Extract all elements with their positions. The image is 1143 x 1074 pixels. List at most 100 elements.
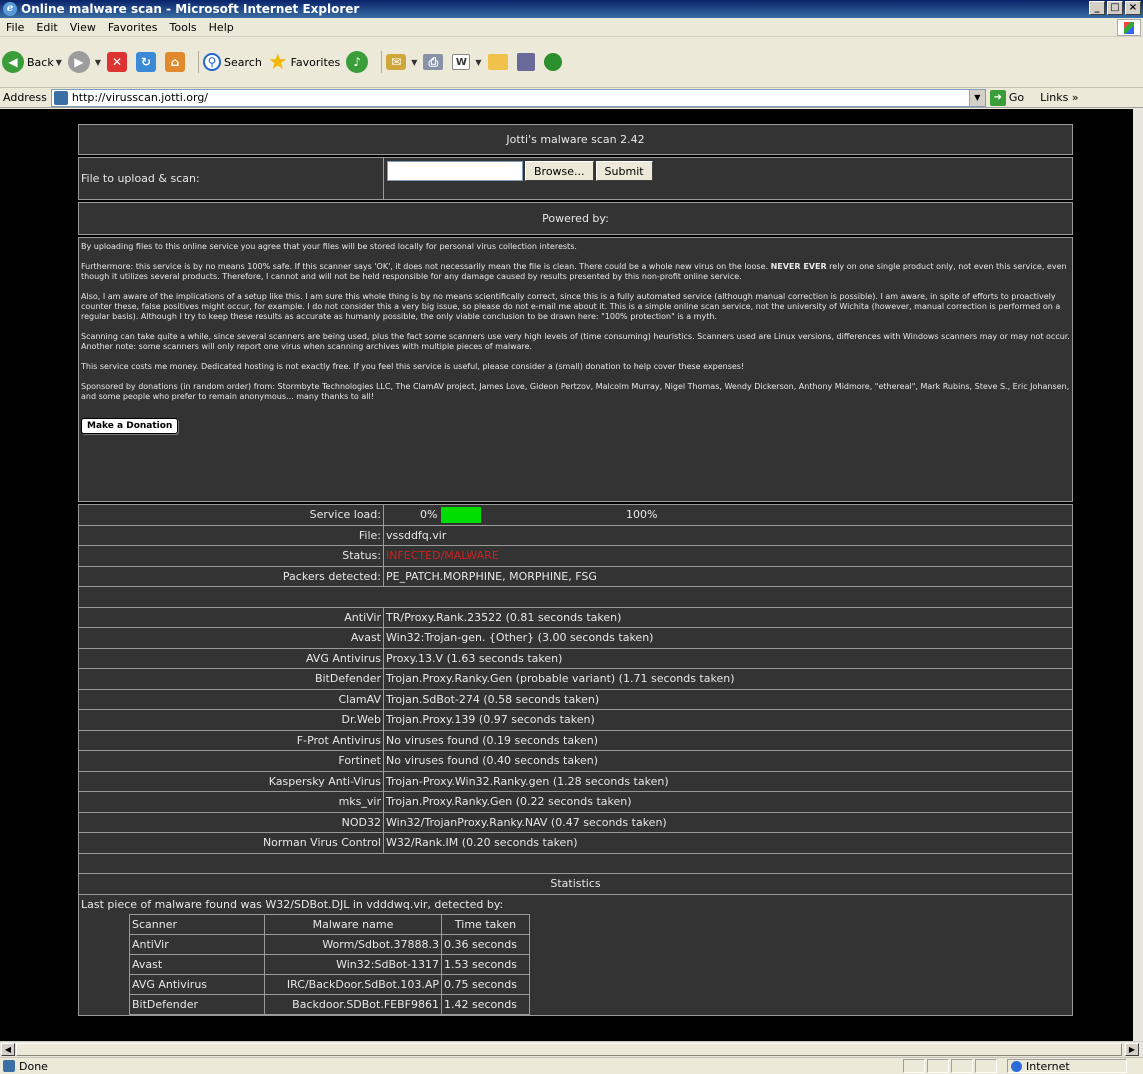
window-controls: _ □ × (1089, 1, 1141, 15)
scanner-name: ClamAV (78, 688, 384, 710)
menu-favorites[interactable]: Favorites (102, 21, 164, 34)
menu-view[interactable]: View (64, 21, 102, 34)
browse-button[interactable]: Browse... (525, 161, 594, 181)
scanner-name: Avast (78, 627, 384, 649)
scroll-left-icon[interactable]: ◀ (1, 1043, 15, 1056)
stats-scanner: AntiVir (129, 933, 265, 955)
refresh-button[interactable]: ↻ (136, 52, 159, 72)
status-panes (903, 1059, 999, 1073)
globe-icon (1011, 1060, 1022, 1072)
window-title: Online malware scan - Microsoft Internet… (21, 2, 360, 16)
scan-results-table: Service load: 0% 100% File: vssddfq.vir … (78, 504, 1073, 1016)
packers-value: PE_PATCH.MORPHINE, MORPHINE, FSG (383, 565, 1073, 587)
powered-by: Powered by: (78, 202, 1073, 235)
links-button[interactable]: Links » (1040, 91, 1079, 104)
scanner-result: Trojan.Proxy.139 (0.97 seconds taken) (383, 709, 1073, 731)
close-button[interactable]: × (1125, 1, 1141, 15)
scanner-result: Trojan.Proxy.Ranky.Gen (0.22 seconds tak… (383, 791, 1073, 813)
scanner-name: NOD32 (78, 811, 384, 833)
back-arrow-icon: ◀ (2, 51, 24, 73)
address-label: Address (3, 91, 47, 104)
status-bar: Done Internet (0, 1057, 1143, 1074)
scanner-result-row: Norman Virus Control W32/Rank.IM (0.20 se… (78, 832, 1073, 854)
stats-header-scanner: Scanner (129, 913, 265, 935)
mail-button[interactable]: ✉ ▼ (386, 54, 417, 70)
stats-time-taken: 1.53 seconds (441, 953, 530, 975)
stats-time-taken: 1.42 seconds (441, 993, 530, 1015)
back-button[interactable]: ◀ Back ▼ (2, 51, 62, 73)
messenger-button[interactable] (543, 53, 565, 71)
scan-page: Jotti's malware scan 2.42 File to upload… (78, 124, 1073, 1016)
standard-toolbar: ◀ Back ▼ ▶ ▼ ✕ ↻ ⌂ ⚲ Search ★ Favorites … (0, 37, 1143, 88)
security-zone[interactable]: Internet (1007, 1059, 1127, 1073)
address-bar: Address http://virusscan.jotti.org/ ▼ ➜ … (0, 88, 1143, 108)
file-path-input[interactable] (387, 161, 523, 181)
vertical-scrollbar[interactable] (1133, 109, 1143, 1041)
scanner-result-row: AVG Antivirus Proxy.13.V (1.63 seconds ta… (78, 647, 1073, 669)
upload-controls: Browse... Submit (384, 158, 1072, 199)
scanner-result-row: BitDefender Trojan.Proxy.Ranky.Gen (proba… (78, 668, 1073, 690)
menu-edit[interactable]: Edit (30, 21, 63, 34)
scroll-thumb[interactable] (16, 1043, 1122, 1056)
folder-button[interactable] (487, 54, 511, 70)
menu-bar: File Edit View Favorites Tools Help (0, 18, 1143, 37)
print-button[interactable]: ⎙ (423, 54, 446, 70)
stats-row: BitDefender Backdoor.SDBot.FEBF9861 1.42 s… (129, 993, 530, 1015)
maximize-button[interactable]: □ (1107, 1, 1123, 15)
minimize-button[interactable]: _ (1089, 1, 1105, 15)
go-button[interactable]: ➜ Go (989, 89, 1024, 106)
stats-malware-name: Backdoor.SDBot.FEBF9861 (264, 993, 442, 1015)
scanner-result: Proxy.13.V (1.63 seconds taken) (383, 647, 1073, 669)
chevron-down-icon[interactable]: ▼ (95, 58, 101, 67)
media-icon: ♪ (346, 51, 369, 73)
star-icon: ★ (267, 49, 288, 75)
chevron-down-icon[interactable]: ▼ (411, 58, 417, 67)
donate-button[interactable]: Make a Donation (81, 418, 179, 434)
folder-icon (487, 54, 508, 70)
chevron-down-icon[interactable]: ▼ (475, 58, 481, 67)
menu-help[interactable]: Help (203, 21, 240, 34)
address-dropdown-icon[interactable]: ▼ (968, 89, 985, 106)
stats-row: AntiVir Worm/Sdbot.37888.3 0.36 seconds (129, 933, 530, 955)
messenger-icon (543, 53, 562, 71)
stats-scanner: AVG Antivirus (129, 973, 265, 995)
address-url[interactable]: http://virusscan.jotti.org/ (72, 91, 208, 104)
research-button[interactable] (516, 53, 538, 71)
last-piece-text: Last piece of malware found was W32/SDBo… (81, 897, 504, 911)
menu-file[interactable]: File (0, 21, 30, 34)
forward-arrow-icon: ▶ (67, 51, 90, 73)
chevron-down-icon[interactable]: ▼ (56, 58, 62, 67)
scroll-right-icon[interactable]: ▶ (1125, 1043, 1139, 1056)
page-viewport[interactable]: Jotti's malware scan 2.42 File to upload… (0, 109, 1143, 1041)
disclaimer-paragraph: By uploading files to this online servic… (81, 242, 577, 251)
stats-header-time: Time taken (441, 913, 530, 935)
submit-button[interactable]: Submit (595, 161, 653, 181)
stats-time-taken: 0.75 seconds (441, 973, 530, 995)
menu-tools[interactable]: Tools (164, 21, 203, 34)
horizontal-scrollbar[interactable]: ◀ ▶ (0, 1041, 1143, 1057)
scanner-result-row: AntiVir TR/Proxy.Rank.23522 (0.81 seconds… (78, 606, 1073, 628)
disclaimer-paragraph: Also, I am aware of the implications of … (81, 292, 1061, 321)
printer-icon: ⎙ (423, 54, 444, 70)
load-min-label: 0% (420, 508, 438, 521)
scanner-result-row: NOD32 Win32/TrojanProxy.Ranky.NAV (0.47 s… (78, 811, 1073, 833)
media-button[interactable]: ♪ (346, 51, 371, 73)
status-row: Status: INFECTED/MALWARE (78, 545, 1073, 567)
home-button[interactable]: ⌂ (165, 52, 188, 72)
search-label: Search (224, 55, 262, 69)
favorites-label: Favorites (290, 55, 341, 69)
favorites-button[interactable]: ★ Favorites (267, 49, 341, 75)
address-field[interactable]: http://virusscan.jotti.org/ ▼ (50, 88, 986, 107)
page-icon (53, 90, 68, 105)
scanner-name: BitDefender (78, 668, 384, 690)
stop-button[interactable]: ✕ (107, 52, 130, 72)
service-load-row: Service load: 0% 100% (78, 504, 1073, 526)
scanner-name: AntiVir (78, 606, 384, 628)
stats-time-taken: 0.36 seconds (441, 933, 530, 955)
statistics-row: Statistics (78, 873, 1073, 895)
scanner-result: No viruses found (0.19 seconds taken) (383, 729, 1073, 751)
edit-button[interactable]: W ▼ (452, 54, 482, 70)
forward-button[interactable]: ▶ ▼ (67, 51, 101, 73)
mail-icon: ✉ (386, 54, 407, 70)
search-button[interactable]: ⚲ Search (203, 53, 262, 71)
